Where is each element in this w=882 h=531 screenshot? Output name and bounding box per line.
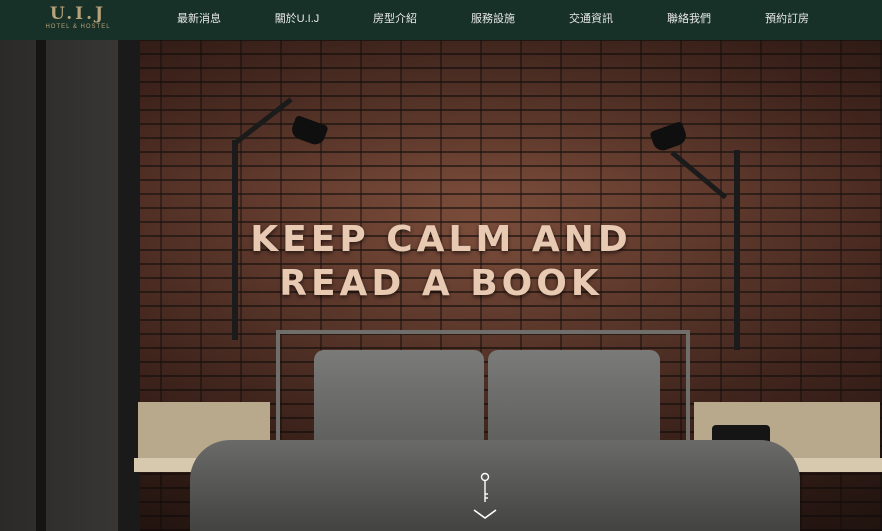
- hero-headline: KEEP CALM AND READ A BOOK: [0, 218, 882, 306]
- top-navigation: U.I.J HOTEL & HOSTEL 最新消息 關於U.I.J 房型介紹 服…: [0, 0, 882, 40]
- nav-item-contact[interactable]: 聯絡我們: [640, 0, 738, 40]
- left-pillow: [314, 350, 484, 452]
- nav-item-about[interactable]: 關於U.I.J: [248, 0, 346, 40]
- main-menu: 最新消息 關於U.I.J 房型介紹 服務設施 交通資訊 聯絡我們 預約訂房: [150, 0, 836, 40]
- scroll-down-button[interactable]: [468, 472, 502, 522]
- headline-line-1: KEEP CALM AND: [250, 219, 632, 260]
- nav-item-facilities[interactable]: 服務設施: [444, 0, 542, 40]
- site-logo[interactable]: U.I.J HOTEL & HOSTEL: [42, 5, 114, 31]
- nav-item-rooms[interactable]: 房型介紹: [346, 0, 444, 40]
- page: U.I.J HOTEL & HOSTEL 最新消息 關於U.I.J 房型介紹 服…: [0, 0, 882, 531]
- logo-text: U.I.J: [49, 4, 107, 24]
- logo-tagline: HOTEL & HOSTEL: [45, 24, 111, 30]
- hero-banner: KEEP CALM AND READ A BOOK: [0, 40, 882, 531]
- nav-item-booking[interactable]: 預約訂房: [738, 0, 836, 40]
- nav-item-transport[interactable]: 交通資訊: [542, 0, 640, 40]
- right-pillow: [488, 350, 660, 452]
- key-arrow-down-icon: [473, 472, 497, 519]
- nav-item-news[interactable]: 最新消息: [150, 0, 248, 40]
- headline-line-2: READ A BOOK: [279, 263, 603, 304]
